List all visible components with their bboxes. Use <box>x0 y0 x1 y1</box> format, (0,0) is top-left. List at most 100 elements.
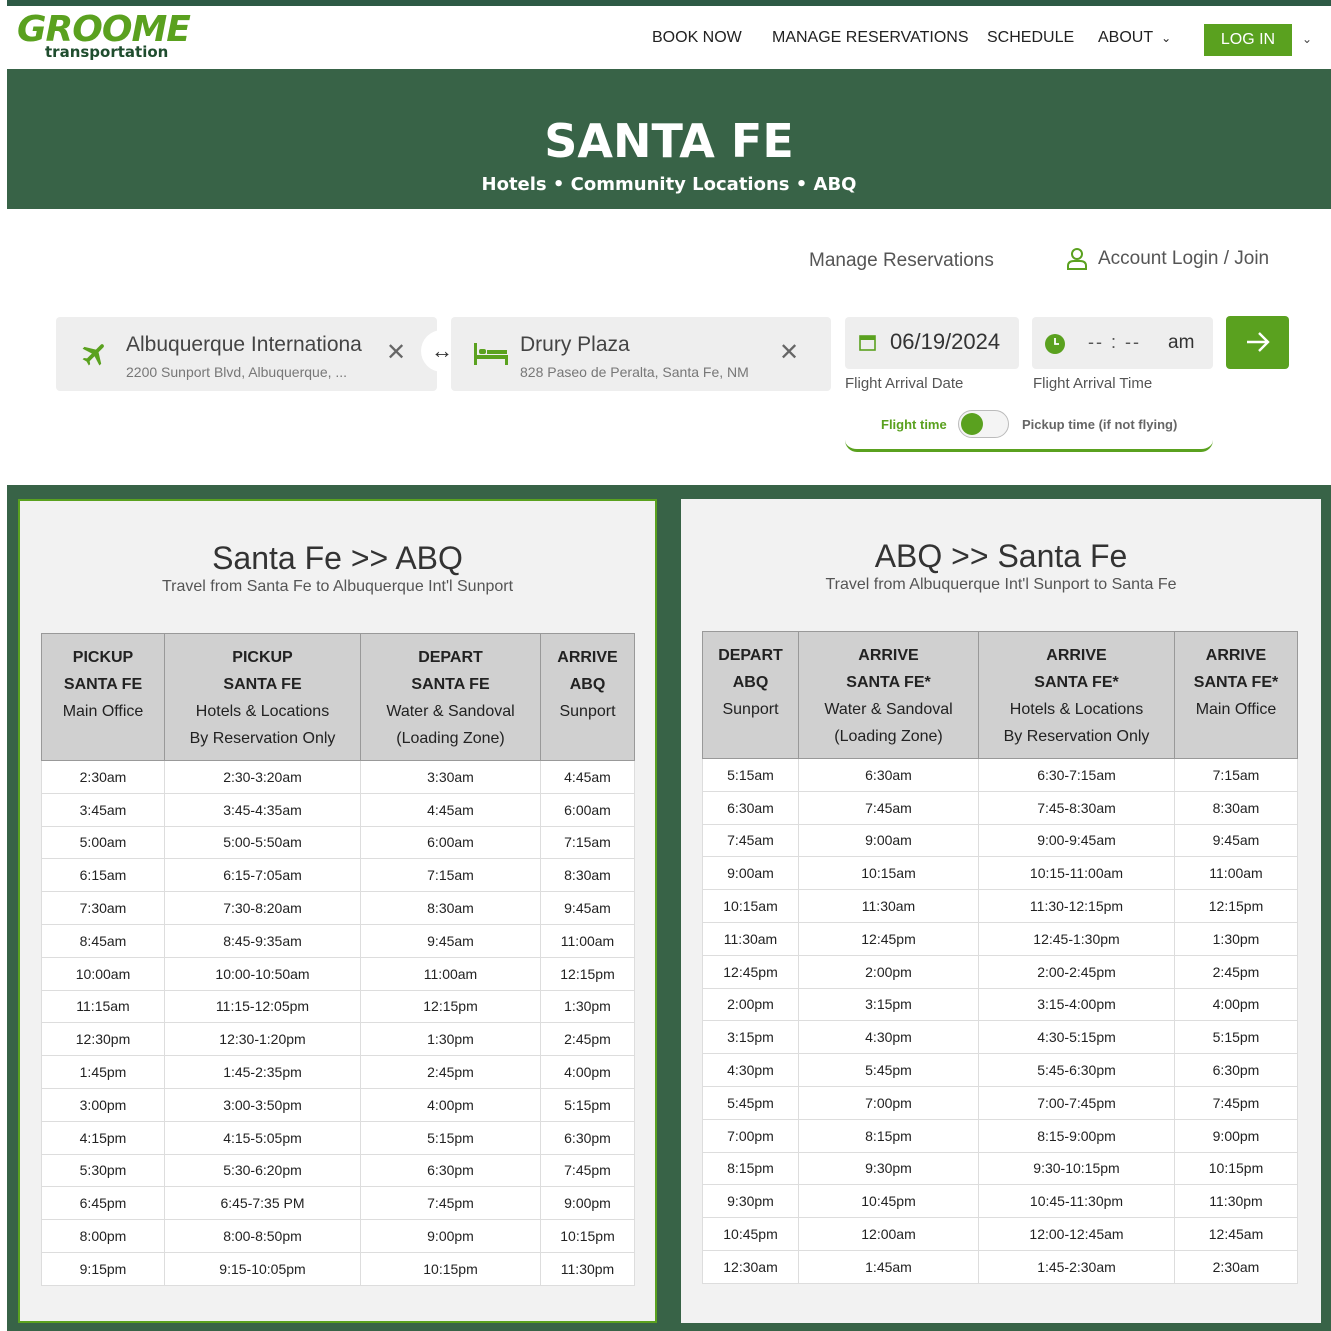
table-cell: 11:30am <box>798 889 979 923</box>
column-header-line: ABQ <box>732 674 769 691</box>
schedule-title: ABQ >> Santa Fe <box>874 538 1128 574</box>
table-cell: 1:45-2:35pm <box>164 1055 361 1089</box>
toggle-pickup-time-label[interactable]: Pickup time (if not flying) <box>1022 417 1177 432</box>
hero-banner: SANTA FE Hotels • Community Locations • … <box>7 69 1331 209</box>
origin-name: Albuquerque Internationa <box>126 333 362 356</box>
column-header: ARRIVE SANTA FE* Water & Sandoval (Loading … <box>798 631 979 759</box>
table-cell: 6:30pm <box>540 1120 635 1155</box>
nav-schedule[interactable]: SCHEDULE <box>987 28 1074 48</box>
table-cell: 3:45am <box>41 792 165 827</box>
toggle-flight-time-label[interactable]: Flight time <box>881 417 947 432</box>
clock-icon <box>1045 334 1065 354</box>
table-cell: 4:30pm <box>702 1053 799 1087</box>
close-icon[interactable]: ✕ <box>386 341 406 365</box>
table-cell: 5:30-6:20pm <box>164 1153 361 1188</box>
table-cell: 6:15-7:05am <box>164 858 361 893</box>
column-header-line: ARRIVE <box>557 649 618 666</box>
table-cell: 5:45pm <box>702 1085 799 1120</box>
table-row: 8:45am 8:45-9:35am 9:45am 11:00am <box>41 923 635 958</box>
table-row: 6:30am 7:45am 7:45-8:30am 8:30am <box>702 790 1298 825</box>
table-row: 5:45pm 7:00pm 7:00-7:45pm 7:45pm <box>702 1085 1298 1120</box>
column-header-line: Water & Sandoval <box>824 701 953 718</box>
table-cell: 10:15pm <box>1174 1151 1298 1186</box>
nav-about-label: ABOUT <box>1098 29 1154 46</box>
flight-time-ampm[interactable]: am <box>1168 332 1194 354</box>
column-header: DEPART ABQ Sunport <box>702 631 799 759</box>
column-header-line: Main Office <box>62 703 144 720</box>
table-cell: 3:15-4:00pm <box>978 987 1175 1022</box>
table-cell: 12:15pm <box>540 956 635 991</box>
column-header-line: Hotels & Locations <box>1009 701 1144 718</box>
flight-time-value: -- : -- <box>1088 332 1141 352</box>
table-row: 2:00pm 3:15pm 3:15-4:00pm 4:00pm <box>702 987 1298 1022</box>
arrow-right-icon <box>1247 332 1270 352</box>
table-cell: 6:30pm <box>360 1153 541 1188</box>
page-subtitle: Hotels • Community Locations • ABQ <box>481 174 857 195</box>
table-cell: 3:00pm <box>41 1087 165 1122</box>
table-cell: 12:15pm <box>360 989 541 1024</box>
search-button[interactable] <box>1226 316 1289 369</box>
table-cell: 7:45pm <box>540 1153 635 1188</box>
table-cell: 7:30-8:20am <box>164 891 361 925</box>
table-cell: 4:15-5:05pm <box>164 1120 361 1155</box>
table-cell: 7:45pm <box>1174 1085 1298 1120</box>
table-cell: 7:00pm <box>702 1118 799 1153</box>
table-cell: 2:30am <box>1174 1249 1298 1284</box>
table-cell: 10:15pm <box>540 1219 635 1253</box>
table-cell: 12:45pm <box>702 954 799 989</box>
login-button[interactable]: LOG IN <box>1204 24 1292 56</box>
table-cell: 11:30pm <box>540 1251 635 1286</box>
table-row: 9:00am 10:15am 10:15-11:00am 11:00am <box>702 856 1298 891</box>
table-cell: 7:00-7:45pm <box>978 1085 1175 1120</box>
table-cell: 12:00-12:45am <box>978 1217 1175 1251</box>
nav-book-now[interactable]: BOOK NOW <box>652 28 742 48</box>
table-cell: 11:15-12:05pm <box>164 989 361 1024</box>
table-cell: 5:00-5:50am <box>164 825 361 860</box>
table-cell: 5:15pm <box>360 1120 541 1155</box>
table-cell: 9:00-9:45am <box>978 823 1175 858</box>
calendar-icon <box>859 335 876 351</box>
table-cell: 9:15-10:05pm <box>164 1251 361 1286</box>
table-cell: 6:45-7:35 PM <box>164 1186 361 1221</box>
table-cell: 12:45-1:30pm <box>978 921 1175 956</box>
table-row: 5:30pm 5:30-6:20pm 6:30pm 7:45pm <box>41 1153 635 1188</box>
table-cell: 12:00am <box>798 1217 979 1251</box>
table-row: 5:15am 6:30am 6:30-7:15am 7:15am <box>702 758 1298 792</box>
time-mode-switch[interactable] <box>958 410 1009 438</box>
table-cell: 9:00pm <box>360 1219 541 1253</box>
column-header: ARRIVE SANTA FE* Hotels & Locations By Rese… <box>978 631 1175 759</box>
nav-about[interactable]: ABOUT ⌄ <box>1098 28 1171 48</box>
table-row: 7:45am 9:00am 9:00-9:45am 9:45am <box>702 823 1298 858</box>
table-cell: 4:00pm <box>540 1055 635 1089</box>
table-cell: 1:45am <box>798 1249 979 1284</box>
flight-date-input[interactable]: 06/19/2024 <box>845 317 1019 369</box>
nav-manage-reservations[interactable]: MANAGE RESERVATIONS <box>772 28 968 48</box>
flight-time-input[interactable]: -- : -- am <box>1032 317 1213 369</box>
flight-time-label: Flight Arrival Time <box>1033 375 1153 392</box>
table-cell: 10:15-11:00am <box>978 856 1175 891</box>
account-login-link[interactable]: Account Login / Join <box>1066 247 1269 271</box>
table-cell: 4:30-5:15pm <box>978 1020 1175 1055</box>
manage-reservations-link[interactable]: Manage Reservations <box>809 250 994 272</box>
table-cell: 8:15pm <box>798 1118 979 1153</box>
table-cell: 2:30-3:20am <box>164 760 361 794</box>
table-cell: 10:45pm <box>702 1217 799 1251</box>
table-cell: 2:00-2:45pm <box>978 954 1175 989</box>
column-header-line: (Loading Zone) <box>396 730 505 747</box>
close-icon[interactable]: ✕ <box>779 341 799 365</box>
origin-field[interactable]: Albuquerque Internationa 2200 Sunport Bl… <box>56 317 437 391</box>
schedule-title: Santa Fe >> ABQ <box>212 540 463 576</box>
table-cell: 1:30pm <box>1174 921 1298 956</box>
destination-field[interactable]: Drury Plaza 828 Paseo de Peralta, Santa … <box>451 317 831 391</box>
table-row: 11:30am 12:45pm 12:45-1:30pm 1:30pm <box>702 921 1298 956</box>
table-cell: 7:45pm <box>360 1186 541 1221</box>
table-row: 2:30am 2:30-3:20am 3:30am 4:45am <box>41 760 635 794</box>
table-cell: 5:30pm <box>41 1153 165 1188</box>
chevron-down-icon[interactable]: ⌄ <box>1302 32 1312 46</box>
table-row: 12:30am 1:45am 1:45-2:30am 2:30am <box>702 1249 1298 1284</box>
table-cell: 9:45am <box>1174 823 1298 858</box>
table-cell: 6:30-7:15am <box>978 758 1175 792</box>
table-cell: 10:15am <box>798 856 979 891</box>
brand-logo[interactable]: GROOME transportation <box>17 12 191 61</box>
table-row: 12:45pm 2:00pm 2:00-2:45pm 2:45pm <box>702 954 1298 989</box>
